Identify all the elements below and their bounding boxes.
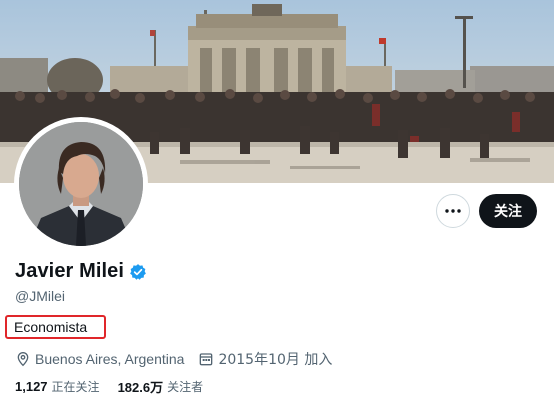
- following-count[interactable]: 1,127: [15, 379, 48, 394]
- profile-name-row: Javier Milei: [15, 260, 147, 283]
- user-handle: @JMilei: [15, 288, 65, 304]
- following-label[interactable]: 正在关注: [52, 378, 100, 395]
- display-name: Javier Milei: [15, 260, 125, 282]
- followers-label[interactable]: 关注者: [167, 378, 203, 395]
- verified-badge-icon[interactable]: [129, 263, 147, 281]
- profile-meta-row: Buenos Aires, Argentina 2015年10月 加入: [15, 349, 332, 369]
- avatar[interactable]: [19, 122, 143, 246]
- profile-stats: 1,127 正在关注 182.6万 关注者: [15, 377, 203, 396]
- profile-bio: Economista: [14, 319, 88, 335]
- joined-date: 2015年10月 加入: [218, 352, 333, 368]
- more-horizontal-icon: [445, 209, 461, 213]
- location-text: Buenos Aires, Argentina: [35, 351, 185, 367]
- calendar-icon: [200, 353, 213, 366]
- follow-button[interactable]: 关注: [479, 194, 537, 228]
- more-options-button[interactable]: [436, 194, 470, 228]
- avatar-image: [19, 122, 143, 246]
- location-pin-icon: [17, 351, 29, 367]
- followers-count[interactable]: 182.6万: [118, 377, 164, 396]
